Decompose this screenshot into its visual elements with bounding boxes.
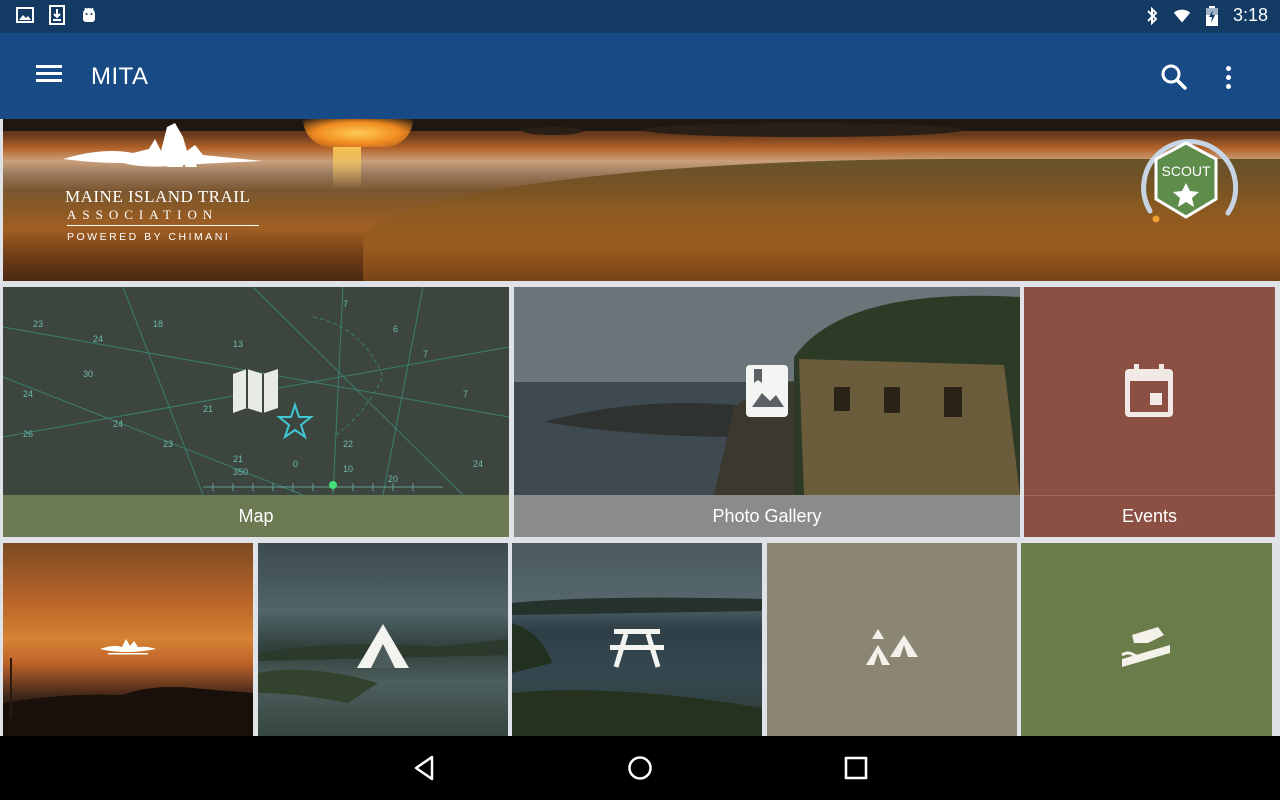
svg-text:20: 20 <box>388 474 398 484</box>
svg-text:24: 24 <box>23 389 33 399</box>
mita-logo: MAINE ISLAND TRAIL ASSOCIATION POWERED B… <box>63 121 268 246</box>
svg-text:7: 7 <box>343 299 348 309</box>
photo-gallery-label: Photo Gallery <box>514 495 1020 537</box>
svg-text:10: 10 <box>343 464 353 474</box>
scout-badge[interactable]: SCOUT <box>1134 131 1239 235</box>
svg-text:23: 23 <box>33 319 43 329</box>
bluetooth-icon <box>1143 6 1161 26</box>
status-bar: 3:18 <box>0 0 1280 33</box>
svg-text:21: 21 <box>203 404 213 414</box>
group-campsite-tile[interactable] <box>767 543 1017 736</box>
mita-tile[interactable] <box>3 543 253 736</box>
search-icon[interactable] <box>1158 61 1190 93</box>
svg-text:0: 0 <box>293 459 298 469</box>
android-debug-icon <box>80 5 98 25</box>
logo-association: ASSOCIATION <box>67 207 219 222</box>
sunset-sun <box>303 119 413 147</box>
svg-text:7: 7 <box>423 349 428 359</box>
photo-gallery-tile[interactable]: Photo Gallery <box>514 287 1020 537</box>
svg-text:24: 24 <box>93 334 103 344</box>
svg-text:18: 18 <box>153 319 163 329</box>
logo-powered-by: POWERED BY CHIMANI <box>67 231 231 243</box>
svg-text:22: 22 <box>343 439 353 449</box>
svg-text:23: 23 <box>163 439 173 449</box>
home-icon[interactable] <box>624 752 656 784</box>
gallery-icon <box>16 5 34 25</box>
wifi-icon <box>1173 6 1191 26</box>
map-label: Map <box>3 495 509 537</box>
app-title: MITA <box>91 63 149 90</box>
download-icon <box>48 5 66 25</box>
group-campsite-icon <box>863 627 921 667</box>
tent-icon <box>354 621 412 671</box>
svg-text:13: 13 <box>233 339 243 349</box>
hero-banner: MAINE ISLAND TRAIL ASSOCIATION POWERED B… <box>3 119 1280 281</box>
star-marker-icon <box>276 401 314 440</box>
calendar-icon <box>1124 363 1174 419</box>
scout-badge-label: SCOUT <box>1161 163 1211 179</box>
system-nav-bar <box>0 736 1280 800</box>
events-tile[interactable]: Events <box>1024 287 1275 537</box>
status-bar-system: 3:18 <box>1143 5 1268 26</box>
hamburger-menu-icon[interactable] <box>36 61 70 91</box>
map-tile[interactable]: 23241813 24302125 7677 26242322 2421010 … <box>3 287 509 537</box>
app-bar: MITA <box>0 33 1280 119</box>
svg-text:24: 24 <box>113 419 123 429</box>
battery-icon <box>1203 5 1221 26</box>
svg-text:30: 30 <box>83 369 93 379</box>
map-icon <box>230 365 282 417</box>
back-icon[interactable] <box>408 752 440 784</box>
more-vert-icon[interactable] <box>1212 61 1244 93</box>
picnic-area-tile[interactable] <box>512 543 762 736</box>
svg-text:24: 24 <box>473 459 483 469</box>
mita-logo-icon <box>99 635 157 659</box>
picnic-table-icon <box>610 625 664 669</box>
sun-reflection <box>333 147 361 189</box>
boat-launch-tile[interactable] <box>1021 543 1272 736</box>
events-label: Events <box>1024 495 1275 537</box>
logo-name: MAINE ISLAND TRAIL <box>65 187 251 206</box>
boat-launch-icon <box>1117 625 1175 669</box>
mita-logo-icon <box>63 123 263 167</box>
svg-text:7: 7 <box>463 389 468 399</box>
svg-text:6: 6 <box>393 324 398 334</box>
logo-divider <box>67 225 259 226</box>
svg-text:26: 26 <box>23 429 33 439</box>
hero-island <box>643 123 963 137</box>
campsite-tile[interactable] <box>258 543 508 736</box>
svg-text:350: 350 <box>233 467 248 477</box>
svg-text:21: 21 <box>233 454 243 464</box>
status-bar-notifications <box>16 5 98 25</box>
photo-gallery-icon <box>742 361 792 421</box>
status-time: 3:18 <box>1232 5 1268 25</box>
hero-island <box>523 127 583 135</box>
recents-icon[interactable] <box>840 752 872 784</box>
